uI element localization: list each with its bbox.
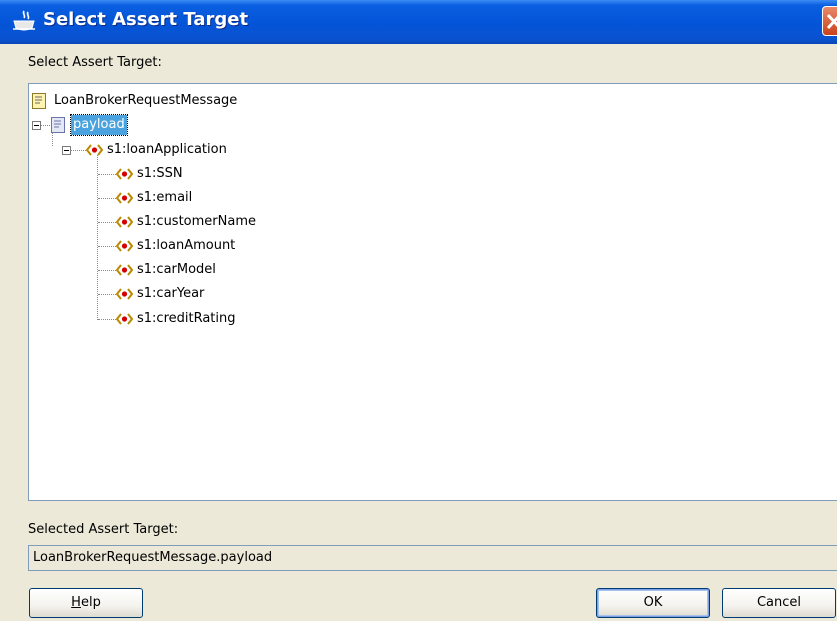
tree-node-label: s1:email [137, 190, 193, 205]
help-mnemonic: H [71, 595, 81, 610]
tree-node-label: payload [70, 114, 128, 136]
selected-target-label: Selected Assert Target: [28, 522, 179, 537]
ok-button[interactable]: OK [596, 588, 710, 618]
close-button[interactable] [822, 6, 837, 36]
tree-node-label: s1:creditRating [137, 311, 236, 326]
cancel-button[interactable]: Cancel [722, 588, 836, 618]
element-icon [116, 168, 133, 180]
ok-label: OK [643, 595, 663, 610]
message-icon [32, 93, 46, 109]
title-bar: Select Assert Target [0, 0, 837, 44]
window-title: Select Assert Target [43, 9, 249, 30]
cancel-label: Cancel [756, 595, 802, 610]
payload-icon [51, 117, 65, 133]
tree-node-label: s1:loanApplication [107, 142, 227, 157]
assert-target-tree[interactable]: LoanBrokerRequestMessage payload s1:loan… [28, 83, 837, 501]
app-coffee-icon [13, 10, 35, 31]
element-icon [116, 192, 133, 204]
tree-node-label: s1:carYear [137, 286, 205, 301]
element-icon [116, 264, 133, 276]
element-icon [116, 288, 133, 300]
element-icon [116, 313, 133, 325]
tree-node-label: s1:customerName [137, 214, 256, 229]
close-icon [826, 13, 837, 30]
tree-node-label: s1:loanAmount [137, 238, 236, 253]
element-icon [86, 144, 103, 156]
tree-node-label: s1:SSN [137, 166, 183, 181]
tree-node-label: LoanBrokerRequestMessage [54, 93, 238, 108]
element-icon [116, 216, 133, 228]
tree-node-label: s1:carModel [137, 262, 216, 277]
tree-label: Select Assert Target: [28, 55, 162, 70]
selected-target-field: LoanBrokerRequestMessage.payload [28, 545, 837, 571]
element-icon [116, 240, 133, 252]
help-button[interactable]: Help [29, 588, 143, 618]
help-label: elp [80, 595, 101, 610]
collapse-toggle-payload[interactable] [32, 121, 41, 130]
